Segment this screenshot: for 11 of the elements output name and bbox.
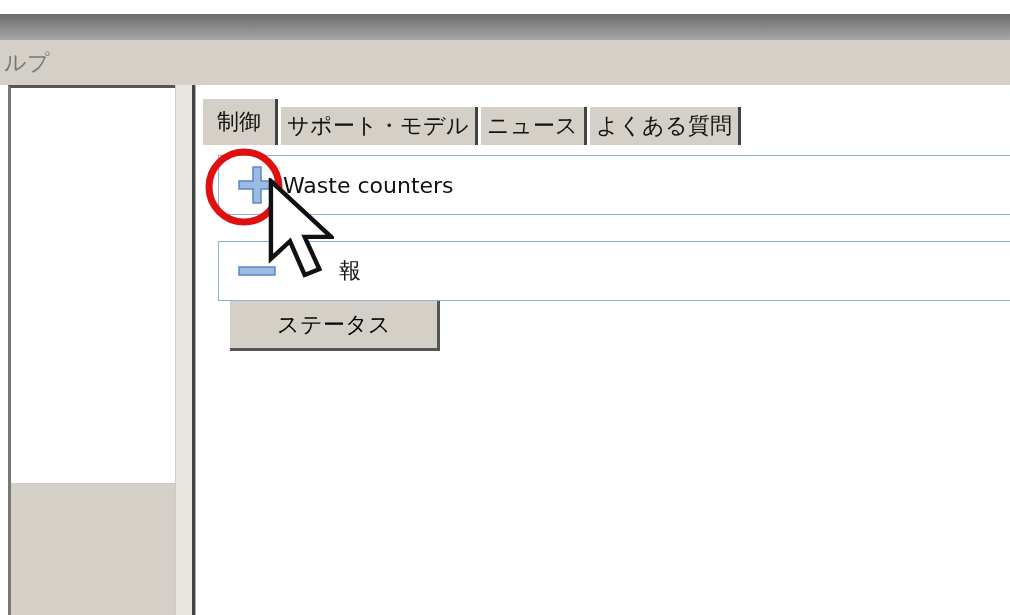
section-header[interactable]: 報 xyxy=(218,241,1010,301)
section-title: 報 xyxy=(339,257,361,285)
tab[interactable]: よくある質問 xyxy=(589,107,741,145)
splitter[interactable] xyxy=(175,85,195,615)
tab[interactable]: 制御 xyxy=(202,99,278,145)
tab[interactable]: ニュース xyxy=(480,107,587,145)
section-header[interactable]: Waste counters xyxy=(218,155,1010,215)
tab[interactable]: サポート・モデル xyxy=(280,107,478,145)
status-button[interactable]: ステータス xyxy=(230,301,440,351)
section-title: Waste counters xyxy=(283,172,454,198)
plus-icon[interactable] xyxy=(237,165,277,205)
